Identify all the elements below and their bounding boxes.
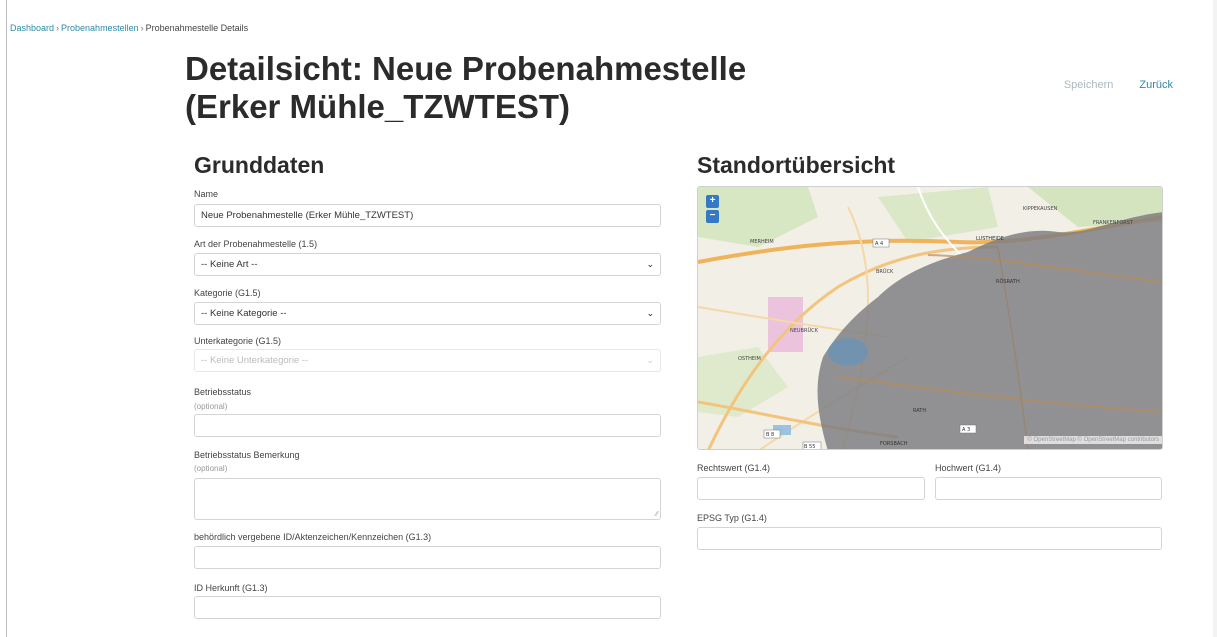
map-road-label: A 3	[962, 427, 970, 433]
breadcrumb-dashboard-link[interactable]: Dashboard	[10, 23, 54, 33]
breadcrumb: Dashboard › Probenahmestellen › Probenahmest…	[10, 23, 248, 33]
chevron-down-icon: ⌄	[646, 308, 654, 318]
back-button[interactable]: Zurück	[1139, 79, 1173, 91]
unterkategorie-label: Unterkategorie (G1.5)	[194, 336, 282, 346]
map-attribution[interactable]: © OpenStreetMap © OpenStreetMap contribu…	[1024, 436, 1162, 444]
art-select[interactable]: -- Keine Art -- ⌄	[194, 253, 661, 276]
location-map[interactable]: MERHEIM BRÜCK LUSTHEIDE RÖSRATH NEUBRÜCK…	[697, 186, 1163, 450]
rechtswert-label: Rechtswert (G1.4)	[697, 463, 771, 473]
chevron-down-icon: ⌄	[646, 259, 654, 269]
map-place-label: FORSBACH	[880, 441, 908, 447]
map-place-label: KIPPEKAUSEN	[1023, 206, 1058, 212]
zoom-out-button[interactable]: −	[706, 210, 719, 223]
map-place-label: RATH	[913, 408, 926, 414]
map-place-label: NEUBRÜCK	[790, 327, 819, 334]
window-right-border	[1213, 0, 1217, 637]
unterkategorie-select[interactable]: -- Keine Unterkategorie -- ⌄	[194, 349, 661, 372]
behoerd-id-input[interactable]	[194, 546, 661, 569]
map-place-label: BRÜCK	[876, 268, 894, 275]
behoerd-id-label: behördlich vergebene ID/Aktenzeichen/Ken…	[194, 532, 432, 542]
standortuebersicht-heading: Standortübersicht	[697, 152, 896, 178]
zoom-in-button[interactable]: +	[706, 195, 719, 208]
epsg-label: EPSG Typ (G1.4)	[697, 513, 767, 523]
art-label: Art der Probenahmestelle (1.5)	[194, 239, 318, 249]
map-tiles: MERHEIM BRÜCK LUSTHEIDE RÖSRATH NEUBRÜCK…	[698, 187, 1162, 450]
map-place-label: LUSTHEIDE	[976, 236, 1004, 242]
window-left-border	[6, 0, 7, 637]
bemerkung-optional-hint: (optional)	[194, 464, 228, 473]
betriebsstatus-input[interactable]	[194, 414, 661, 437]
kategorie-select-value: -- Keine Kategorie --	[201, 308, 287, 319]
breadcrumb-separator: ›	[56, 23, 60, 33]
id-herkunft-input[interactable]	[194, 596, 661, 619]
top-actions: Speichern Zurück	[1038, 79, 1173, 91]
breadcrumb-current: Probenahmestelle Details	[145, 23, 249, 33]
resize-grip-icon[interactable]: ∕∕	[656, 511, 658, 518]
betriebsstatus-bemerkung-label: Betriebsstatus Bemerkung	[194, 450, 300, 460]
grunddaten-heading: Grunddaten	[194, 152, 325, 178]
map-place-label: MERHEIM	[750, 239, 774, 245]
betriebsstatus-label: Betriebsstatus	[194, 387, 252, 397]
betriebsstatus-bemerkung-textarea[interactable]: ∕∕	[194, 478, 661, 520]
art-select-value: -- Keine Art --	[201, 259, 258, 270]
map-place-label: RÖSRATH	[996, 278, 1020, 285]
map-road-label: B 8	[766, 432, 774, 438]
id-herkunft-label: ID Herkunft (G1.3)	[194, 583, 268, 593]
map-zoom-controls: + −	[706, 195, 720, 225]
page-title: Detailsicht: Neue Probenahmestelle (Erke…	[185, 50, 747, 125]
map-place-label: FRANKENFORST	[1093, 220, 1134, 226]
betriebsstatus-optional-hint: (optional)	[194, 402, 228, 411]
name-label: Name	[194, 189, 219, 199]
breadcrumb-separator: ›	[140, 23, 144, 33]
map-road-label: A 4	[875, 241, 883, 247]
unterkategorie-select-value: -- Keine Unterkategorie --	[201, 355, 309, 366]
kategorie-select[interactable]: -- Keine Kategorie -- ⌄	[194, 302, 661, 325]
breadcrumb-probenahmestellen-link[interactable]: Probenahmestellen	[61, 23, 139, 33]
map-place-label: OSTHEIM	[738, 356, 761, 362]
chevron-down-icon: ⌄	[646, 355, 654, 365]
name-input[interactable]: Neue Probenahmestelle (Erker Mühle_TZWTE…	[194, 204, 661, 227]
rechtswert-input[interactable]	[697, 477, 925, 500]
map-road-label: B 55	[804, 444, 815, 450]
save-button[interactable]: Speichern	[1064, 79, 1114, 91]
hochwert-label: Hochwert (G1.4)	[935, 463, 1002, 473]
hochwert-input[interactable]	[935, 477, 1162, 500]
epsg-input[interactable]	[697, 527, 1162, 550]
kategorie-label: Kategorie (G1.5)	[194, 288, 261, 298]
